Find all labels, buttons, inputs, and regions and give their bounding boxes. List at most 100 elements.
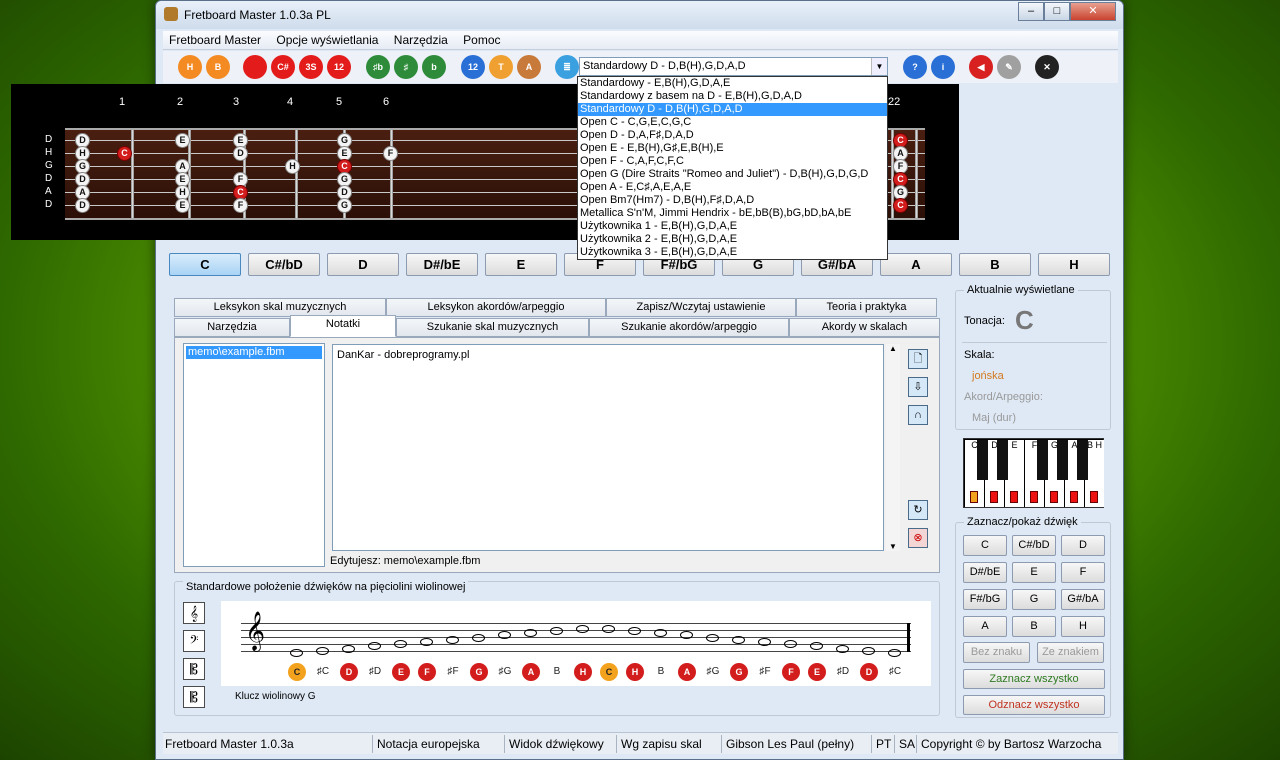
- toolbar-button[interactable]: T: [489, 55, 513, 79]
- tab[interactable]: Zapisz/Wczytaj ustawienie: [606, 298, 796, 317]
- note-button[interactable]: D: [1061, 535, 1105, 556]
- key-button[interactable]: D: [327, 253, 399, 276]
- fret-note[interactable]: H: [285, 159, 300, 174]
- tenor-clef-button[interactable]: 𝄡: [183, 686, 205, 708]
- fret-note[interactable]: C: [893, 198, 908, 213]
- toolbar-button[interactable]: [243, 55, 267, 79]
- note-button[interactable]: C#/bD: [1012, 535, 1056, 556]
- tuning-option[interactable]: Open D - D,A,F♯,D,A,D: [578, 129, 887, 142]
- toolbar-button[interactable]: ?: [903, 55, 927, 79]
- note-button[interactable]: B: [1012, 616, 1056, 637]
- tuning-option[interactable]: Metallica S'n'M, Jimmi Hendrix - bE,bB(B…: [578, 207, 887, 220]
- toolbar-button[interactable]: 12: [461, 55, 485, 79]
- piano-black-key[interactable]: [977, 440, 988, 480]
- close-button[interactable]: ✕: [1070, 2, 1116, 21]
- notes-scrollbar[interactable]: ▲ ▼: [886, 344, 900, 551]
- tuning-option[interactable]: Użytkownika 2 - E,B(H),G,D,A,E: [578, 233, 887, 246]
- tab[interactable]: Szukanie skal muzycznych: [396, 318, 589, 337]
- tuning-select[interactable]: Standardowy D - D,B(H),G,D,A,D ▼: [579, 57, 888, 76]
- menu-tools[interactable]: Narzędzia: [388, 31, 454, 49]
- alto-clef-button[interactable]: 𝄡: [183, 658, 205, 680]
- toolbar-button[interactable]: ✕: [1035, 55, 1059, 79]
- menu-fretboard-master[interactable]: Fretboard Master: [163, 31, 267, 49]
- fret-note[interactable]: E: [175, 198, 190, 213]
- toolbar-button[interactable]: A: [517, 55, 541, 79]
- refresh-button[interactable]: ↻: [908, 500, 928, 520]
- new-note-button[interactable]: 🗋: [908, 349, 928, 369]
- menu-help[interactable]: Pomoc: [457, 31, 506, 49]
- tuning-option[interactable]: Użytkownika 1 - E,B(H),G,D,A,E: [578, 220, 887, 233]
- fret-note[interactable]: E: [175, 133, 190, 148]
- fret-note[interactable]: D: [233, 146, 248, 161]
- fret-note[interactable]: F: [233, 198, 248, 213]
- key-button[interactable]: C: [169, 253, 241, 276]
- toolbar-button[interactable]: C#: [271, 55, 295, 79]
- note-button[interactable]: G#/bA: [1061, 589, 1105, 610]
- maximize-button[interactable]: □: [1044, 2, 1070, 21]
- tuning-option[interactable]: Open C - C,G,E,C,G,C: [578, 116, 887, 129]
- note-button[interactable]: H: [1061, 616, 1105, 637]
- menu-display-options[interactable]: Opcje wyświetlania: [270, 31, 384, 49]
- key-button[interactable]: D#/bE: [406, 253, 478, 276]
- key-button[interactable]: A: [880, 253, 952, 276]
- unmark-all-button[interactable]: Odznacz wszystko: [963, 695, 1105, 715]
- piano-black-key[interactable]: [997, 440, 1008, 480]
- toolbar-button[interactable]: ✎: [997, 55, 1021, 79]
- toolbar-button[interactable]: ◀: [969, 55, 993, 79]
- note-button[interactable]: G: [1012, 589, 1056, 610]
- tab[interactable]: Narzędzia: [174, 318, 290, 337]
- bass-clef-button[interactable]: 𝄢: [183, 630, 205, 652]
- note-button[interactable]: F: [1061, 562, 1105, 583]
- delete-note-button[interactable]: ⊗: [908, 528, 928, 548]
- tuning-option[interactable]: Użytkownika 3 - E,B(H),G,D,A,E: [578, 246, 887, 259]
- note-button[interactable]: D#/bE: [963, 562, 1007, 583]
- toolbar-button[interactable]: 12: [327, 55, 351, 79]
- tuning-option[interactable]: Standardowy - E,B(H),G,D,A,E: [578, 77, 887, 90]
- tuning-option[interactable]: Open A - E,C♯,A,E,A,E: [578, 181, 887, 194]
- file-list[interactable]: memo\example.fbm: [183, 343, 325, 567]
- key-button[interactable]: B: [959, 253, 1031, 276]
- toolbar-button[interactable]: i: [931, 55, 955, 79]
- toolbar-button[interactable]: H: [178, 55, 202, 79]
- tuning-dropdown[interactable]: Standardowy - E,B(H),G,D,A,E Standardowy …: [577, 76, 888, 260]
- save-note-button[interactable]: ⇩: [908, 377, 928, 397]
- piano-black-key[interactable]: [1057, 440, 1068, 480]
- key-button[interactable]: E: [485, 253, 557, 276]
- notes-textarea[interactable]: DanKar - dobreprogramy.pl: [332, 344, 884, 551]
- fret-note[interactable]: G: [337, 198, 352, 213]
- tuning-option[interactable]: Open F - C,A,F,C,F,C: [578, 155, 887, 168]
- file-item[interactable]: memo\example.fbm: [186, 346, 322, 359]
- toolbar-button[interactable]: 3S: [299, 55, 323, 79]
- key-button[interactable]: C#/bD: [248, 253, 320, 276]
- tuning-option[interactable]: Standardowy z basem na D - E,B(H),G,D,A,…: [578, 90, 887, 103]
- note-button[interactable]: E: [1012, 562, 1056, 583]
- fret-note[interactable]: D: [75, 198, 90, 213]
- with-sign-button[interactable]: Ze znakiem: [1037, 642, 1104, 663]
- tuning-option[interactable]: Open G (Dire Straits "Romeo and Juliet")…: [578, 168, 887, 181]
- key-button[interactable]: H: [1038, 253, 1110, 276]
- tab[interactable]: Szukanie akordów/arpeggio: [589, 318, 789, 337]
- toolbar-button[interactable]: ♯: [394, 55, 418, 79]
- chevron-down-icon[interactable]: ▼: [871, 58, 887, 75]
- tab[interactable]: Notatki: [290, 315, 396, 337]
- tuning-option[interactable]: Standardowy D - D,B(H),G,D,A,D: [578, 103, 887, 116]
- note-button[interactable]: A: [963, 616, 1007, 637]
- tab[interactable]: Teoria i praktyka: [796, 298, 937, 317]
- minimize-button[interactable]: ‒: [1018, 2, 1044, 21]
- open-note-button[interactable]: ∩: [908, 405, 928, 425]
- mark-all-button[interactable]: Zaznacz wszystko: [963, 669, 1105, 689]
- tab[interactable]: Leksykon akordów/arpeggio: [386, 298, 606, 317]
- piano-black-key[interactable]: [1077, 440, 1088, 480]
- tuning-option[interactable]: Open E - E,B(H),G♯,E,B(H),E: [578, 142, 887, 155]
- toolbar-button[interactable]: B: [206, 55, 230, 79]
- tuning-option[interactable]: Open Bm7(Hm7) - D,B(H),F♯,D,A,D: [578, 194, 887, 207]
- treble-clef-button[interactable]: 𝄞: [183, 602, 205, 624]
- fret-note[interactable]: C: [117, 146, 132, 161]
- toolbar-button[interactable]: b: [422, 55, 446, 79]
- tab[interactable]: Akordy w skalach: [789, 318, 940, 337]
- toolbar-button[interactable]: ♯b: [366, 55, 390, 79]
- piano-black-key[interactable]: [1037, 440, 1048, 480]
- note-button[interactable]: F#/bG: [963, 589, 1007, 610]
- without-sign-button[interactable]: Bez znaku: [963, 642, 1030, 663]
- list-icon[interactable]: ≣: [555, 55, 579, 79]
